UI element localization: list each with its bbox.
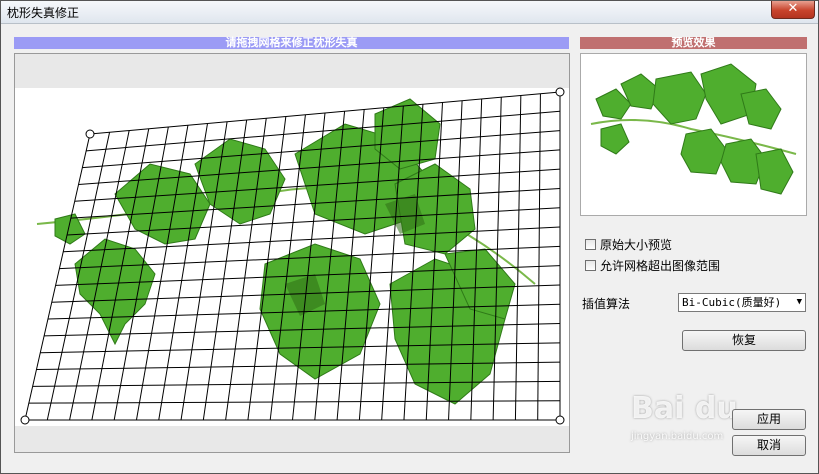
original-size-preview-option[interactable]: 原始大小预览: [585, 236, 672, 252]
handle-top-left[interactable]: [85, 129, 95, 139]
watermark-brand: Bai du: [631, 391, 738, 426]
left-panel-header: 请拖拽网格来修正枕形失真: [14, 37, 569, 49]
interpolation-label: 插值算法: [582, 297, 631, 311]
window-title: 枕形失真修正: [7, 6, 80, 20]
grid-canvas[interactable]: [14, 53, 570, 453]
handle-bottom-left[interactable]: [20, 415, 30, 425]
preview-image: [580, 53, 807, 216]
handle-bottom-right[interactable]: [555, 415, 565, 425]
apply-button[interactable]: 应用: [732, 409, 806, 430]
title-bar[interactable]: 枕形失真修正 ✕: [1, 1, 818, 24]
allow-grid-outside-label: 允许网格超出图像范围: [600, 258, 721, 273]
preview-header: 预览效果: [580, 37, 807, 49]
original-size-preview-checkbox[interactable]: [585, 238, 596, 250]
dialog-window: 枕形失真修正 ✕ 请拖拽网格来修正枕形失真 预览效果 原始大小预览 允许网格超出…: [0, 0, 819, 474]
allow-grid-outside-option[interactable]: 允许网格超出图像范围: [585, 257, 720, 273]
reset-button[interactable]: 恢复: [682, 330, 806, 351]
interpolation-value: Bi-Cubic(质量好): [682, 296, 782, 309]
handle-top-right[interactable]: [555, 87, 565, 97]
watermark-url: jingyan.baidu.com: [631, 431, 724, 442]
distortion-grid-view[interactable]: [15, 54, 569, 452]
allow-grid-outside-checkbox[interactable]: [585, 259, 596, 271]
original-size-preview-label: 原始大小预览: [600, 237, 673, 252]
interpolation-select[interactable]: Bi-Cubic(质量好) ▼: [678, 293, 806, 312]
close-button[interactable]: ✕: [771, 1, 815, 19]
preview-leaves: [590, 63, 797, 195]
dropdown-arrow-icon: ▼: [796, 297, 802, 307]
cancel-button[interactable]: 取消: [732, 435, 806, 456]
